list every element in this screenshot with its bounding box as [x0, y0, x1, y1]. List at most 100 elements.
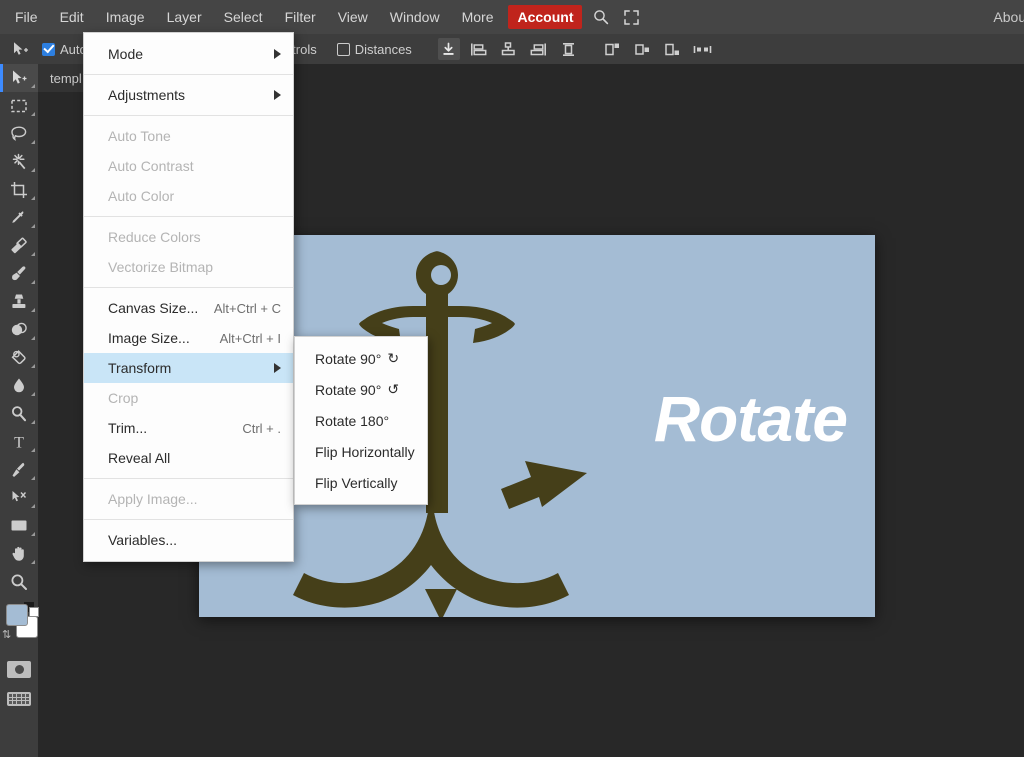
distribute-horizontal-spacing-button[interactable] [692, 38, 714, 60]
tool-zoom[interactable] [0, 568, 38, 596]
about-link[interactable]: About [993, 9, 1024, 25]
menu-item-auto-tone: Auto Tone [84, 121, 293, 151]
tool-clone-stamp[interactable] [0, 288, 38, 316]
tool-more-indicator [31, 308, 35, 312]
image-menu-dropdown[interactable]: Mode Adjustments Auto Tone Auto Contrast… [83, 32, 294, 562]
menu-item-reduce-colors: Reduce Colors [84, 222, 293, 252]
tool-move[interactable] [0, 64, 38, 92]
tool-crop[interactable] [0, 176, 38, 204]
align-right-edges-button[interactable] [528, 38, 550, 60]
menu-item-image-size[interactable]: Image Size... Alt+Ctrl + I [84, 323, 293, 353]
menu-item-vectorize-bitmap: Vectorize Bitmap [84, 252, 293, 282]
screenshot-button[interactable] [0, 654, 38, 684]
chevron-right-icon [274, 49, 281, 59]
tool-more-indicator [31, 252, 35, 256]
tool-eyedropper[interactable] [0, 204, 38, 232]
submenu-item-rotate-90-cw-label: Rotate 90° [315, 350, 382, 367]
tool-blur[interactable] [0, 316, 38, 344]
search-icon[interactable] [588, 4, 614, 30]
canvas-text: Rotate [653, 383, 848, 455]
menu-separator [84, 478, 293, 479]
tool-dodge[interactable] [0, 400, 38, 428]
menu-edit[interactable]: Edit [49, 4, 95, 30]
menu-item-auto-tone-label: Auto Tone [108, 128, 171, 144]
menu-item-trim[interactable]: Trim... Ctrl + . [84, 413, 293, 443]
submenu-item-rotate-180[interactable]: Rotate 180° [295, 405, 427, 436]
auto-select-checkbox[interactable]: Auto [42, 42, 87, 57]
menu-item-adjustments[interactable]: Adjustments [84, 80, 293, 110]
distribute-top-edges-button[interactable] [602, 38, 624, 60]
submenu-item-flip-horizontally[interactable]: Flip Horizontally [295, 436, 427, 467]
tool-more-indicator [31, 560, 35, 564]
submenu-item-flip-vertically[interactable]: Flip Vertically [295, 467, 427, 498]
distances-checkbox[interactable]: Distances [336, 42, 412, 57]
menu-item-transform[interactable]: Transform [84, 353, 293, 383]
tool-type[interactable]: T [0, 428, 38, 456]
menu-select[interactable]: Select [213, 4, 274, 30]
menu-image[interactable]: Image [95, 4, 156, 30]
tool-marquee[interactable] [0, 92, 38, 120]
tool-more-indicator [31, 336, 35, 340]
rotate-clockwise-icon: ↻ [387, 350, 400, 366]
move-tool-icon[interactable] [6, 37, 34, 61]
menu-item-mode[interactable]: Mode [84, 39, 293, 69]
tool-more-indicator [31, 364, 35, 368]
menu-item-apply-image: Apply Image... [84, 484, 293, 514]
menu-separator [84, 519, 293, 520]
menu-window[interactable]: Window [379, 4, 451, 30]
menu-item-canvas-size-label: Canvas Size... [108, 300, 199, 316]
menu-item-variables[interactable]: Variables... [84, 525, 293, 555]
align-left-edges-button[interactable] [468, 38, 490, 60]
tool-more-indicator [31, 112, 35, 116]
tool-pen[interactable] [0, 456, 38, 484]
keyboard-shortcuts-button[interactable] [0, 684, 38, 714]
menu-item-canvas-size[interactable]: Canvas Size... Alt+Ctrl + C [84, 293, 293, 323]
menu-item-reveal-all[interactable]: Reveal All [84, 443, 293, 473]
swap-colors-icon[interactable]: ⇅ [2, 628, 11, 641]
menu-item-reveal-all-label: Reveal All [108, 450, 171, 466]
menu-layer[interactable]: Layer [156, 4, 213, 30]
align-horizontal-centers-button[interactable] [498, 38, 520, 60]
tool-more-indicator [31, 476, 35, 480]
account-button[interactable]: Account [508, 5, 583, 29]
tool-more-indicator [31, 168, 35, 172]
color-swatches[interactable]: ⇅ [0, 600, 39, 646]
menu-item-mode-label: Mode [108, 46, 144, 62]
tool-lasso[interactable] [0, 120, 38, 148]
menu-item-adjustments-label: Adjustments [108, 87, 186, 103]
align-download-button[interactable] [437, 38, 460, 60]
tool-eraser[interactable] [0, 232, 38, 260]
tool-more-indicator [31, 504, 35, 508]
submenu-item-rotate-90-cw[interactable]: Rotate 90° ↻ [295, 343, 427, 374]
svg-text:T: T [14, 435, 24, 452]
tool-gradient-drop[interactable] [0, 372, 38, 400]
menu-filter[interactable]: Filter [274, 4, 327, 30]
tool-magic-wand[interactable] [0, 148, 38, 176]
submenu-item-rotate-90-ccw[interactable]: Rotate 90° ↺ [295, 374, 427, 405]
fullscreen-icon[interactable] [618, 4, 644, 30]
menu-view[interactable]: View [327, 4, 379, 30]
tool-more-indicator [31, 84, 35, 88]
distribute-vertical-centers-button[interactable] [632, 38, 654, 60]
align-vertical-centers-button[interactable] [558, 38, 580, 60]
tool-more-indicator [31, 140, 35, 144]
tool-hand[interactable] [0, 540, 38, 568]
chevron-right-icon [274, 90, 281, 100]
menu-item-trim-label: Trim... [108, 420, 148, 436]
distribute-bottom-edges-button[interactable] [662, 38, 684, 60]
tool-path-select[interactable] [0, 484, 38, 512]
tool-more-indicator [31, 392, 35, 396]
tool-more-indicator [31, 280, 35, 284]
foreground-color-swatch[interactable] [6, 604, 28, 626]
tool-brush[interactable] [0, 260, 38, 288]
menu-separator [84, 74, 293, 75]
menu-file[interactable]: File [4, 4, 49, 30]
tool-paint-bucket[interactable] [0, 344, 38, 372]
tool-shape[interactable] [0, 512, 38, 540]
rotate-counterclockwise-icon: ↺ [387, 381, 400, 397]
tool-palette: T ⇅ [0, 64, 39, 757]
transform-submenu[interactable]: Rotate 90° ↻ Rotate 90° ↺ Rotate 180° Fl… [294, 336, 428, 505]
menu-more[interactable]: More [451, 4, 505, 30]
tool-more-indicator [31, 448, 35, 452]
menu-item-auto-color: Auto Color [84, 181, 293, 211]
